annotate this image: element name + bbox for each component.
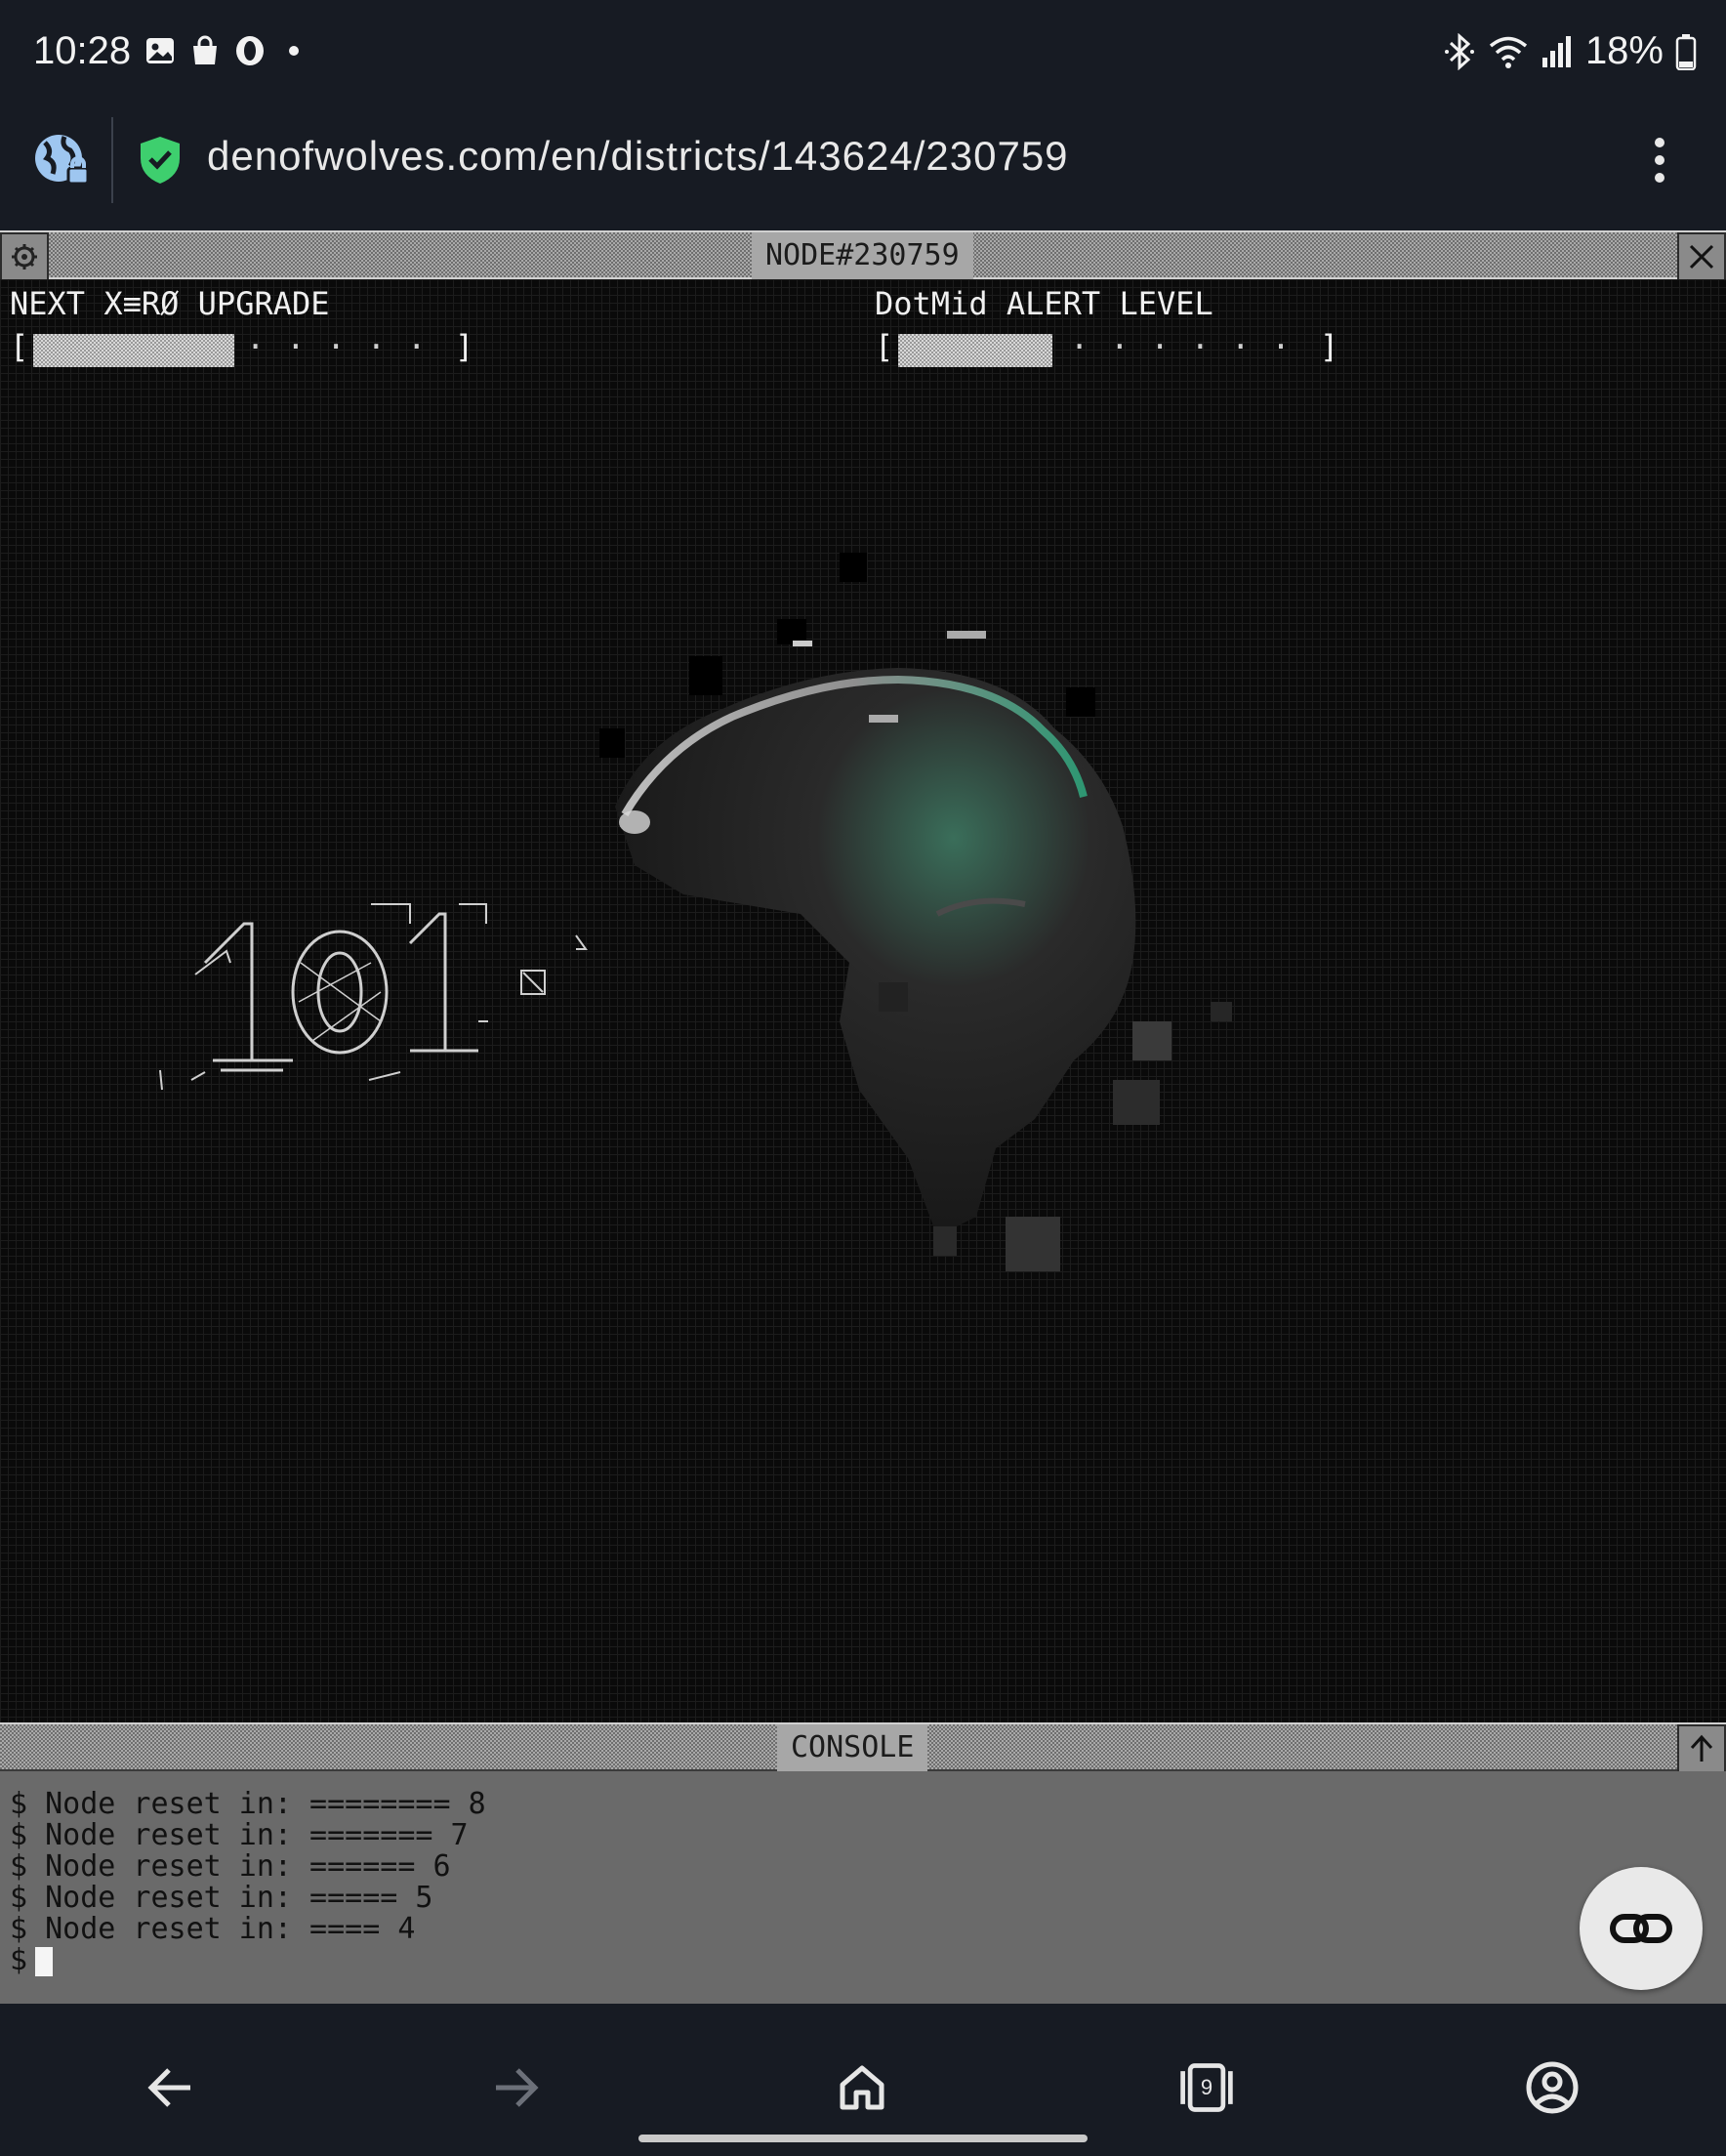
console-cursor [35, 1946, 54, 1976]
console-output[interactable]: $ Node reset in: ======== 8 $ Node reset… [0, 1771, 1726, 2004]
node-window-titlebar: NODE#230759 [0, 230, 1726, 281]
back-icon [147, 2068, 190, 2107]
more-options-icon[interactable] [1652, 135, 1667, 186]
node-window-title: NODE#230759 [752, 232, 973, 279]
console-prompt: $ [10, 1943, 28, 1977]
console-line: $ Node reset in: ===== 5 [10, 1881, 433, 1915]
status-bar: 10:28 18% [0, 0, 1726, 109]
status-time: 10:28 [33, 29, 132, 72]
console-line: $ Node reset in: ==== 4 [10, 1912, 416, 1946]
account-icon [1526, 2061, 1579, 2114]
gesture-home-indicator[interactable] [638, 2135, 1088, 2142]
arrow-up-icon [1690, 1734, 1713, 1762]
secure-shield-icon [141, 137, 180, 184]
status-left-icons [144, 35, 299, 66]
wolf-head-sculpture [599, 553, 1232, 1271]
url-divider [111, 117, 113, 203]
link-icon [1610, 1914, 1672, 1943]
tab-count: 9 [1200, 2075, 1213, 2099]
link-fab-button[interactable] [1580, 1867, 1703, 1990]
close-button[interactable] [1677, 232, 1726, 281]
tabs-button[interactable]: 9 [1177, 2058, 1236, 2117]
shopping-bag-icon [193, 35, 217, 64]
status-right-icons: 18% [1443, 29, 1697, 73]
account-button[interactable] [1523, 2058, 1582, 2117]
home-icon [840, 2065, 884, 2110]
gallery-icon [146, 38, 174, 63]
close-icon [1689, 244, 1714, 270]
signal-icon [1541, 35, 1571, 67]
forward-button[interactable] [486, 2058, 545, 2117]
opera-icon [236, 36, 264, 65]
bluetooth-icon [1444, 32, 1474, 70]
wireframe-101-sculpture [159, 903, 588, 1091]
node-artwork[interactable] [0, 279, 1726, 1722]
console-prompt-line[interactable]: $ [0, 1945, 1726, 1976]
console-line: $ Node reset in: ====== 6 [10, 1849, 451, 1884]
forward-icon [496, 2068, 539, 2107]
url-field[interactable]: denofwolves.com/en/districts/143624/2307… [207, 133, 1069, 180]
console-line: $ Node reset in: ======== 8 [10, 1787, 486, 1821]
console-titlebar: CONSOLE [0, 1722, 1726, 1773]
browser-address-bar: denofwolves.com/en/districts/143624/2307… [0, 109, 1726, 230]
gear-icon [12, 244, 37, 270]
notification-dot [289, 46, 299, 56]
wifi-icon [1489, 36, 1528, 68]
console-expand-button[interactable] [1677, 1724, 1726, 1773]
home-button[interactable] [833, 2058, 891, 2117]
site-info-globe-icon[interactable] [31, 129, 94, 191]
node-window: NODE#230759 NEXT X≡RØ UPGRADE [ ····· ] … [0, 230, 1726, 1722]
settings-button[interactable] [0, 232, 49, 281]
console-title: CONSOLE [777, 1724, 928, 1771]
battery-percent: 18% [1584, 29, 1664, 72]
battery-icon [1675, 33, 1697, 70]
console-line: $ Node reset in: ======= 7 [10, 1818, 469, 1852]
back-button[interactable] [142, 2058, 200, 2117]
node-viewport[interactable]: NEXT X≡RØ UPGRADE [ ····· ] DotMid ALERT… [0, 279, 1726, 1722]
